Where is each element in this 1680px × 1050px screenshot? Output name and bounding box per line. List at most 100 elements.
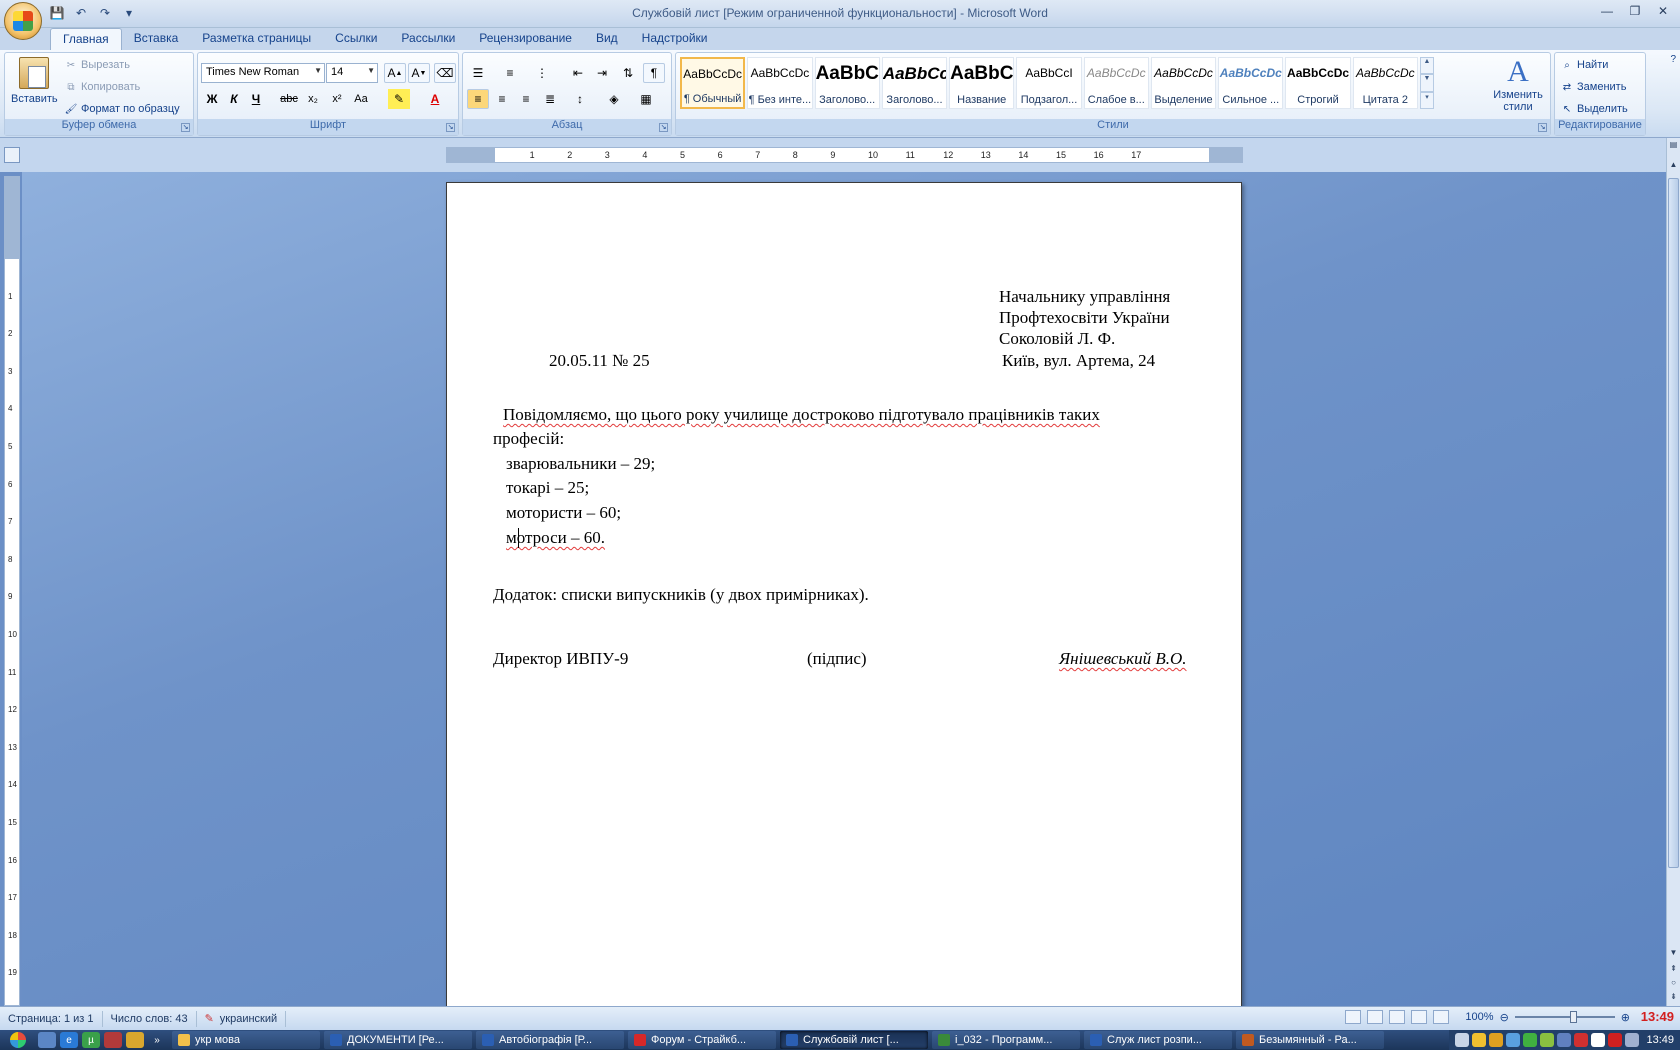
utorrent-icon[interactable]: µ — [82, 1032, 100, 1048]
tray-icon[interactable] — [1489, 1033, 1504, 1047]
grow-font-button[interactable]: A ▲ — [384, 63, 406, 83]
web-layout-icon[interactable] — [1389, 1010, 1406, 1024]
line-spacing-icon[interactable]: ↕ — [569, 89, 591, 109]
prev-page-icon[interactable]: ⇞ — [1668, 964, 1679, 976]
bullets-icon[interactable]: ☰ — [467, 63, 489, 83]
page-count[interactable]: Страница: 1 из 1 — [0, 1010, 103, 1027]
zoom-in-icon[interactable]: ⊕ — [1621, 1011, 1630, 1024]
highlight-icon[interactable]: ✎ — [388, 89, 410, 109]
subscript-button[interactable]: x₂ — [302, 89, 324, 109]
zoom-out-icon[interactable]: ⊖ — [1500, 1011, 1509, 1024]
taskbar-button[interactable]: Автобіографія [Р... — [476, 1031, 624, 1049]
start-button[interactable] — [0, 1030, 36, 1050]
underline-button[interactable]: Ч — [245, 89, 267, 109]
quicklaunch-more-icon[interactable]: » — [148, 1032, 166, 1048]
multilevel-list-icon[interactable]: ⋮ — [531, 63, 553, 83]
tab-mailings[interactable]: Рассылки — [389, 28, 467, 50]
style-quote-2[interactable]: AaBbCcDc Цитата 2 — [1352, 57, 1418, 109]
gallery-down-icon[interactable]: ▼ — [1420, 74, 1434, 92]
font-launcher-icon[interactable]: ↘ — [446, 123, 455, 132]
show-desktop-icon[interactable] — [38, 1032, 56, 1048]
tab-view[interactable]: Вид — [584, 28, 630, 50]
full-screen-reading-icon[interactable] — [1367, 1010, 1384, 1024]
show-formatting-icon[interactable]: ¶ — [643, 63, 665, 83]
media-player-icon[interactable] — [104, 1032, 122, 1048]
document-page[interactable]: Начальнику управління Профтехосвіти Укра… — [446, 182, 1242, 1006]
taskbar-button[interactable]: ДОКУМЕНТИ [Ре... — [324, 1031, 472, 1049]
tray-icon[interactable] — [1557, 1033, 1572, 1047]
office-button[interactable] — [4, 2, 42, 40]
taskbar-button[interactable]: Безымянный - Ра... — [1236, 1031, 1384, 1049]
style-heading-1[interactable]: AaBbC Заголово... — [814, 57, 880, 109]
tab-references[interactable]: Ссылки — [323, 28, 389, 50]
replace-button[interactable]: ⇄ Заменить — [1561, 81, 1627, 93]
zoom-slider[interactable] — [1514, 1011, 1615, 1023]
style-normal[interactable]: AaBbCcDc ¶ Обычный — [680, 57, 746, 109]
align-center-icon[interactable]: ≡ — [491, 89, 513, 109]
gallery-up-icon[interactable]: ▲ — [1420, 57, 1434, 75]
bold-button[interactable]: Ж — [201, 89, 223, 109]
superscript-button[interactable]: x² — [326, 89, 348, 109]
tray-icon[interactable] — [1506, 1033, 1521, 1047]
shrink-font-button[interactable]: A ▼ — [408, 63, 430, 83]
font-size-select[interactable]: 14 ▼ — [326, 63, 378, 83]
tab-insert[interactable]: Вставка — [122, 28, 191, 50]
change-styles-button[interactable]: A Изменить стили — [1490, 55, 1546, 113]
help-icon[interactable]: ? — [1670, 54, 1676, 65]
style-heading-2[interactable]: AaBbCc Заголово... — [881, 57, 948, 109]
tray-icon[interactable] — [1625, 1033, 1640, 1047]
style-intense-emphasis[interactable]: AaBbCcDc Сильное ... — [1218, 57, 1284, 109]
restore-icon[interactable]: ❐ — [1622, 2, 1648, 20]
align-left-icon[interactable]: ≡ — [467, 89, 489, 109]
tab-home[interactable]: Главная — [50, 28, 122, 50]
zoom-slider-knob[interactable] — [1569, 1011, 1577, 1023]
copy-button[interactable]: ⧉ Копировать — [65, 81, 140, 93]
select-button[interactable]: ↖ Выделить — [1561, 103, 1628, 115]
taskbar-button[interactable]: i_032 - Программ... — [932, 1031, 1080, 1049]
increase-indent-icon[interactable]: ⇥ — [591, 63, 613, 83]
paste-button[interactable]: Вставить — [11, 57, 58, 119]
outline-icon[interactable] — [1411, 1010, 1428, 1024]
paragraph-launcher-icon[interactable]: ↘ — [659, 123, 668, 132]
app-quicklaunch-icon[interactable] — [126, 1032, 144, 1048]
shading-icon[interactable]: ◈ — [603, 89, 625, 109]
style-emphasis[interactable]: AaBbCcDc Выделение — [1150, 57, 1217, 109]
tab-selector[interactable] — [4, 147, 20, 163]
styles-launcher-icon[interactable]: ↘ — [1538, 123, 1547, 132]
close-icon[interactable]: ✕ — [1650, 2, 1676, 20]
tab-review[interactable]: Рецензирование — [467, 28, 584, 50]
sort-icon[interactable]: ⇅ — [617, 63, 639, 83]
select-browse-object-icon[interactable]: ○ — [1668, 978, 1679, 990]
font-name-select[interactable]: Times New Roman ▼ — [201, 63, 325, 83]
taskbar-button[interactable]: Служ лист розпи... — [1084, 1031, 1232, 1049]
horizontal-ruler[interactable]: 1 2 3 4 5 6 7 8 9 10 11 12 13 14 15 16 17 — [446, 147, 1243, 163]
print-layout-icon[interactable] — [1345, 1010, 1362, 1024]
taskbar-button[interactable]: Службовій лист [... — [780, 1031, 928, 1049]
align-right-icon[interactable]: ≡ — [515, 89, 537, 109]
style-strong[interactable]: AaBbCcDc Строгий — [1285, 57, 1351, 109]
find-button[interactable]: ⌕ Найти — [1561, 59, 1608, 71]
tray-icon[interactable] — [1608, 1033, 1623, 1047]
tray-icon[interactable] — [1455, 1033, 1470, 1047]
tray-icon[interactable] — [1574, 1033, 1589, 1047]
cut-button[interactable]: ✂ Вырезать — [65, 59, 130, 71]
word-count[interactable]: Число слов: 43 — [103, 1010, 197, 1027]
draft-icon[interactable] — [1433, 1010, 1450, 1024]
change-case-button[interactable]: Aa — [350, 89, 372, 109]
taskbar-button[interactable]: Форум - Страйкб... — [628, 1031, 776, 1049]
ruler-toggle-icon[interactable]: ▤ — [1668, 140, 1679, 152]
style-title[interactable]: AaBbC Название — [949, 57, 1015, 109]
gallery-more-icon[interactable]: ▾ — [1420, 91, 1434, 109]
tray-icon[interactable] — [1523, 1033, 1538, 1047]
tab-addins[interactable]: Надстройки — [630, 28, 720, 50]
clear-format-icon[interactable]: ⌫ — [434, 63, 456, 83]
next-page-icon[interactable]: ⇟ — [1668, 992, 1679, 1004]
tray-icon[interactable] — [1540, 1033, 1555, 1047]
style-subtle-emphasis[interactable]: AaBbCcDc Слабое в... — [1083, 57, 1149, 109]
scroll-thumb[interactable] — [1668, 178, 1679, 868]
decrease-indent-icon[interactable]: ⇤ — [567, 63, 589, 83]
borders-icon[interactable]: ▦ — [635, 89, 657, 109]
taskbar-clock[interactable]: 13:49 — [1646, 1034, 1674, 1046]
justify-icon[interactable]: ≣ — [539, 89, 561, 109]
tray-icon[interactable] — [1591, 1033, 1606, 1047]
